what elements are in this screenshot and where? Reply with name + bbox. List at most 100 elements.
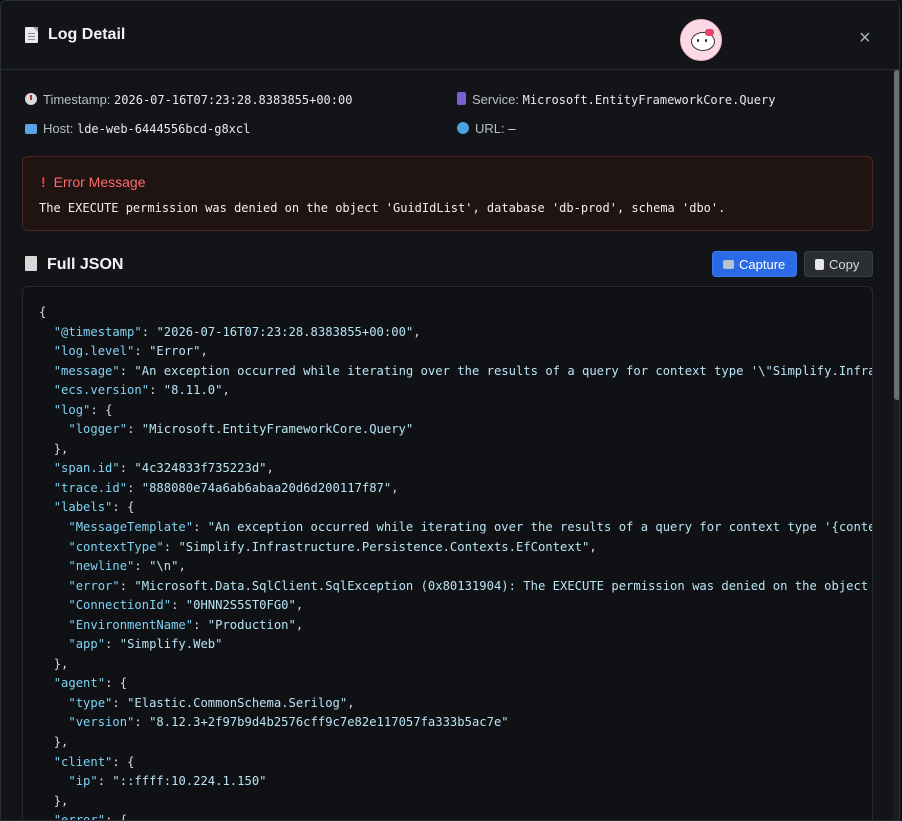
json-code[interactable]: { "@timestamp": "2026-07-16T07:23:28.838… xyxy=(39,303,873,821)
json-value: "Error" xyxy=(149,344,201,359)
json-key: "app" xyxy=(68,637,106,652)
avatar-bow xyxy=(705,29,714,36)
close-icon[interactable]: × xyxy=(859,28,871,48)
error-message-text: The EXECUTE permission was denied on the… xyxy=(39,201,726,215)
json-line: "ip": "::ffff:10.224.1.150" xyxy=(68,774,267,789)
json-punct: , xyxy=(347,695,355,710)
json-key: "span.id" xyxy=(53,461,120,476)
log-detail-modal: Log Detail × Timestamp: 2026-07-16T07:23… xyxy=(0,0,900,821)
json-value: "2026-07-16T07:23:28.8383855+00:00" xyxy=(156,324,414,339)
json-punct: , xyxy=(391,480,399,495)
meta-service: Service: Microsoft.EntityFrameworkCore.Q… xyxy=(457,92,775,107)
json-key: "newline" xyxy=(68,559,135,574)
modal-header: Log Detail × xyxy=(1,1,899,70)
exclamation-icon: ! xyxy=(41,174,46,190)
json-line: "error": "Microsoft.Data.SqlClient.SqlEx… xyxy=(39,577,873,597)
json-value: "Microsoft.Data.SqlClient.SqlException (… xyxy=(134,578,873,593)
json-value: "Simplify.Infrastructure.Persistence.Con… xyxy=(178,539,590,554)
json-punct: , xyxy=(413,324,421,339)
json-punct: { xyxy=(119,676,128,691)
json-key: "log.level" xyxy=(53,344,135,359)
url-value: – xyxy=(508,122,516,136)
avatar[interactable] xyxy=(680,19,722,61)
json-line: }, xyxy=(39,733,872,753)
copy-label: Copy xyxy=(829,256,860,272)
json-line: "version": "8.12.3+2f97b9d4b2576cff9c7e8… xyxy=(68,715,509,730)
json-line: "log": { xyxy=(53,402,113,417)
json-line: "log.level": "Error", xyxy=(53,344,208,359)
json-punct: }, xyxy=(53,656,69,671)
json-line: "app": "Simplify.Web" xyxy=(68,637,223,652)
meta-timestamp: Timestamp: 2026-07-16T07:23:28.8383855+0… xyxy=(25,92,352,107)
json-punct: , xyxy=(178,559,186,574)
host-label: Host: xyxy=(43,121,74,136)
json-key: "client" xyxy=(53,754,113,769)
scrollbar-thumb[interactable] xyxy=(894,70,899,400)
url-label: URL: xyxy=(475,121,505,136)
json-key: "ConnectionId" xyxy=(68,598,172,613)
json-line: "client": { xyxy=(53,754,135,769)
json-value: "An exception occurred while iterating o… xyxy=(207,520,873,535)
json-punct: { xyxy=(119,813,128,821)
json-value: "Simplify.Web" xyxy=(119,637,223,652)
capture-button[interactable]: Capture xyxy=(712,251,797,277)
camera-icon xyxy=(723,259,734,269)
json-key: "ecs.version" xyxy=(53,383,150,398)
json-key: "@timestamp" xyxy=(53,324,142,339)
json-line: "error": { xyxy=(39,811,872,821)
json-key: "MessageTemplate" xyxy=(68,520,194,535)
json-line: "type": "Elastic.CommonSchema.Serilog", xyxy=(68,695,355,710)
json-viewer[interactable]: { "@timestamp": "2026-07-16T07:23:28.838… xyxy=(22,286,873,821)
json-punct: { xyxy=(105,402,113,417)
json-line: "newline": "\n", xyxy=(68,559,186,574)
globe-icon xyxy=(457,122,469,134)
json-punct: }, xyxy=(53,735,69,750)
timestamp-value: 2026-07-16T07:23:28.8383855+00:00 xyxy=(114,93,353,107)
json-line: "logger": "Microsoft.EntityFrameworkCore… xyxy=(68,422,414,437)
json-value: "Microsoft.EntityFrameworkCore.Query" xyxy=(141,422,414,437)
json-key: "ip" xyxy=(68,774,98,789)
json-line: "labels": { xyxy=(53,500,135,515)
full-json-heading: Full JSON xyxy=(25,256,123,274)
json-punct: { xyxy=(127,754,135,769)
document-icon xyxy=(25,27,38,43)
modal-content: Timestamp: 2026-07-16T07:23:28.8383855+0… xyxy=(1,70,893,821)
json-key: "message" xyxy=(53,363,120,378)
json-punct: , xyxy=(295,617,304,632)
monitor-icon xyxy=(25,124,37,134)
copy-button[interactable]: Copy xyxy=(804,251,873,277)
meta-url: URL: – xyxy=(457,121,515,136)
json-value: "An exception occurred while iterating o… xyxy=(134,363,873,378)
json-key: "EnvironmentName" xyxy=(68,617,194,632)
json-line: "EnvironmentName": "Production", xyxy=(68,617,304,632)
modal-title: Log Detail xyxy=(48,26,126,43)
json-key: "trace.id" xyxy=(53,480,128,495)
json-key: "contextType" xyxy=(68,539,164,554)
capture-label: Capture xyxy=(739,256,786,272)
json-punct: { xyxy=(39,305,47,319)
json-key: "error" xyxy=(68,578,120,593)
json-punct: , xyxy=(589,539,597,554)
json-punct: , xyxy=(200,344,208,359)
json-punct: }, xyxy=(53,793,69,808)
clock-icon xyxy=(25,93,37,105)
json-value: "::ffff:10.224.1.150" xyxy=(112,774,267,789)
json-value: "4c324833f735223d" xyxy=(134,461,267,476)
json-line: "ConnectionId": "0HNN2S5ST0FG0", xyxy=(68,598,304,613)
json-line: "contextType": "Simplify.Infrastructure.… xyxy=(68,539,597,554)
json-key: "type" xyxy=(68,695,113,710)
service-label: Service: xyxy=(472,92,519,107)
avatar-eye xyxy=(697,39,699,42)
phone-icon xyxy=(457,92,466,105)
json-value: "8.11.0" xyxy=(163,383,223,398)
scroll-icon xyxy=(25,256,37,271)
json-key: "agent" xyxy=(53,676,106,691)
timestamp-label: Timestamp: xyxy=(43,92,111,107)
json-key: "log" xyxy=(53,402,91,417)
json-value: "Elastic.CommonSchema.Serilog" xyxy=(127,695,348,710)
json-line: "@timestamp": "2026-07-16T07:23:28.83838… xyxy=(53,324,421,339)
json-key: "logger" xyxy=(68,422,128,437)
json-punct: { xyxy=(127,500,135,515)
json-line: "trace.id": "888080e74a6ab6abaa20d6d2001… xyxy=(53,480,399,495)
json-line: "MessageTemplate": "An exception occurre… xyxy=(39,518,873,538)
